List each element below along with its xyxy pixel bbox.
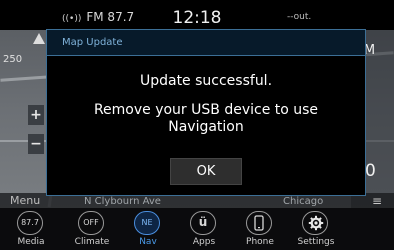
nav-settings[interactable]: Settings xyxy=(288,208,344,250)
nav-label-nav: Nav xyxy=(139,237,157,247)
status-bar: ((•)) FM 87.7 12:18 --out. xyxy=(0,0,394,30)
nav-label-settings: Settings xyxy=(297,237,335,247)
north-arrow-icon xyxy=(33,33,45,44)
nav-label-climate: Climate xyxy=(74,237,110,247)
nav-label-apps: Apps xyxy=(192,237,216,247)
list-icon[interactable]: ≡ xyxy=(372,194,382,208)
dialog-title: Map Update xyxy=(62,37,123,48)
nav-nav[interactable]: NE Nav xyxy=(120,208,176,250)
map-scale: 250 xyxy=(3,54,23,65)
zoom-out-button[interactable]: − xyxy=(28,134,44,154)
dialog-message-remove-usb: Remove your USB device to use Navigation xyxy=(93,102,319,135)
outside-temperature: --out. xyxy=(287,12,312,22)
compass-icon: NE xyxy=(134,211,160,235)
clock: 12:18 xyxy=(172,8,222,28)
nav-label-media: Media xyxy=(17,237,45,247)
cross-street: Chicago xyxy=(283,196,324,207)
current-street: N Clybourn Ave xyxy=(84,196,161,207)
map-info-number: 0 xyxy=(365,161,376,181)
nav-phone[interactable]: Phone xyxy=(232,208,288,250)
nav-label-phone: Phone xyxy=(246,237,274,247)
phone-icon xyxy=(246,211,272,235)
nav-climate[interactable]: OFF Climate xyxy=(64,208,120,250)
dialog-header: Map Update xyxy=(47,30,365,56)
bottom-nav-bar: 87.7 Media OFF Climate NE Nav ü Apps Pho… xyxy=(0,208,394,250)
gear-icon xyxy=(302,211,328,235)
apps-icon: ü xyxy=(190,211,216,235)
nav-apps[interactable]: ü Apps xyxy=(176,208,232,250)
head-unit-screen: ((•))FM 87.7 12:18 --out. 250 + − PM 0 M… xyxy=(0,0,394,250)
dialog-message-success: Update successful. xyxy=(139,73,273,89)
media-icon: 87.7 xyxy=(17,211,43,235)
climate-icon: OFF xyxy=(78,211,104,235)
map-menu-button[interactable]: Menu xyxy=(10,194,40,207)
nav-media[interactable]: 87.7 Media xyxy=(3,208,59,250)
ok-button[interactable]: OK xyxy=(170,158,242,185)
zoom-in-button[interactable]: + xyxy=(28,105,44,125)
map-update-dialog: Map Update Update successful. Remove you… xyxy=(46,29,366,196)
